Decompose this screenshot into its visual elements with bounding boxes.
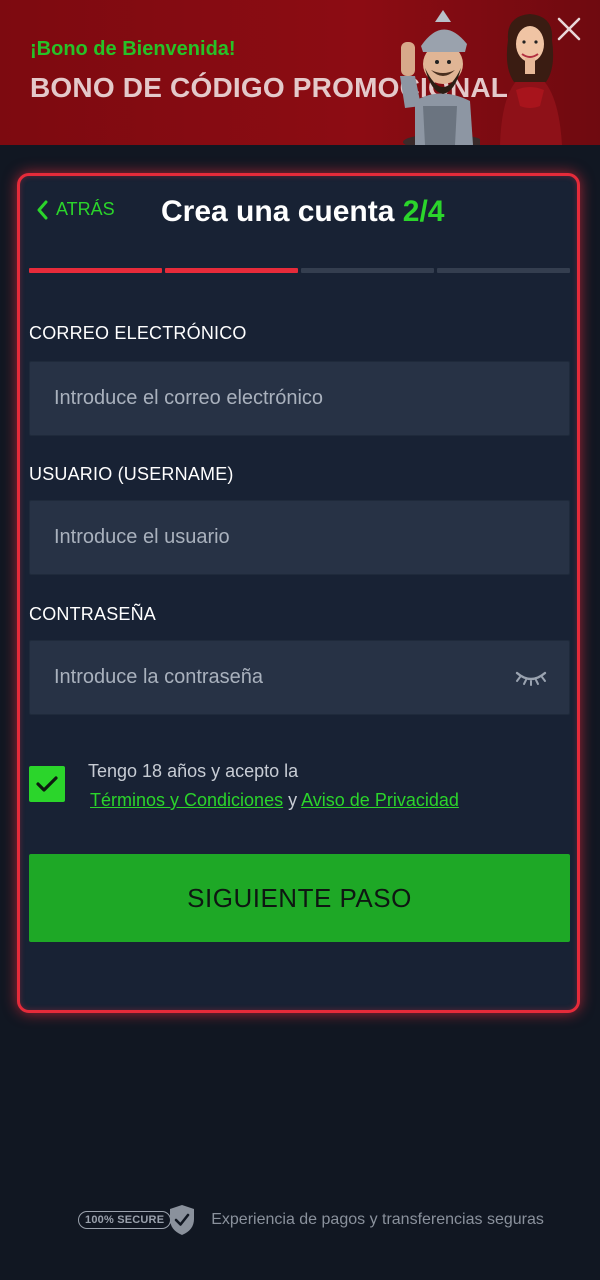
chevron-left-icon bbox=[37, 200, 48, 219]
secure-badge-text: 100% SECURE bbox=[78, 1211, 172, 1229]
progress-segment-1 bbox=[29, 268, 162, 273]
progress-segment-2 bbox=[165, 268, 298, 273]
mascot-illustration bbox=[400, 10, 480, 145]
footer-text: Experiencia de pagos y transferencias se… bbox=[211, 1211, 544, 1228]
step-indicator: 2/4 bbox=[402, 195, 445, 228]
privacy-link[interactable]: Aviso de Privacidad bbox=[301, 790, 459, 810]
email-field-wrapper[interactable] bbox=[29, 361, 570, 436]
progress-segment-3 bbox=[301, 268, 434, 273]
security-footer: 100% SECURE Experiencia de pagos y trans… bbox=[78, 1200, 544, 1240]
username-label: USUARIO (USERNAME) bbox=[29, 464, 234, 484]
terms-conjunction: y bbox=[288, 790, 298, 810]
checkmark-icon bbox=[36, 776, 58, 792]
next-step-button[interactable]: SIGUIENTE PASO bbox=[29, 854, 570, 942]
page-title: Crea una cuenta 2/4 bbox=[161, 195, 444, 229]
close-button[interactable] bbox=[554, 14, 584, 44]
banner-kicker: ¡Bono de Bienvenida! bbox=[30, 38, 236, 60]
terms-checkbox[interactable] bbox=[29, 766, 65, 802]
email-label: CORREO ELECTRÓNICO bbox=[29, 323, 247, 343]
promo-banner[interactable]: ¡Bono de Bienvenida! BONO DE CÓDIGO PROM… bbox=[0, 0, 600, 145]
username-field[interactable] bbox=[54, 526, 494, 549]
back-label: ATRÁS bbox=[56, 199, 115, 219]
terms-link[interactable]: Términos y Condiciones bbox=[90, 790, 283, 810]
email-field[interactable] bbox=[54, 387, 494, 410]
terms-text: Tengo 18 años y acepto la bbox=[88, 761, 299, 781]
title-text: Crea una cuenta bbox=[161, 195, 395, 228]
password-field-wrapper[interactable] bbox=[29, 640, 570, 715]
step-progress-bar bbox=[29, 268, 570, 274]
eye-closed-icon[interactable] bbox=[515, 669, 547, 687]
registration-card: ATRÁS Crea una cuenta 2/4 CORREO ELECTRÓ… bbox=[17, 173, 580, 1013]
secure-badge: 100% SECURE bbox=[78, 1203, 197, 1237]
progress-segment-4 bbox=[437, 268, 570, 273]
password-label: CONTRASEÑA bbox=[29, 604, 157, 624]
back-button[interactable]: ATRÁS bbox=[36, 199, 115, 220]
password-field[interactable] bbox=[54, 666, 494, 689]
terms-links: Términos y Condiciones y Aviso de Privac… bbox=[90, 790, 459, 811]
shield-check-icon bbox=[170, 1205, 195, 1235]
username-field-wrapper[interactable] bbox=[29, 500, 570, 575]
close-icon bbox=[557, 17, 581, 41]
